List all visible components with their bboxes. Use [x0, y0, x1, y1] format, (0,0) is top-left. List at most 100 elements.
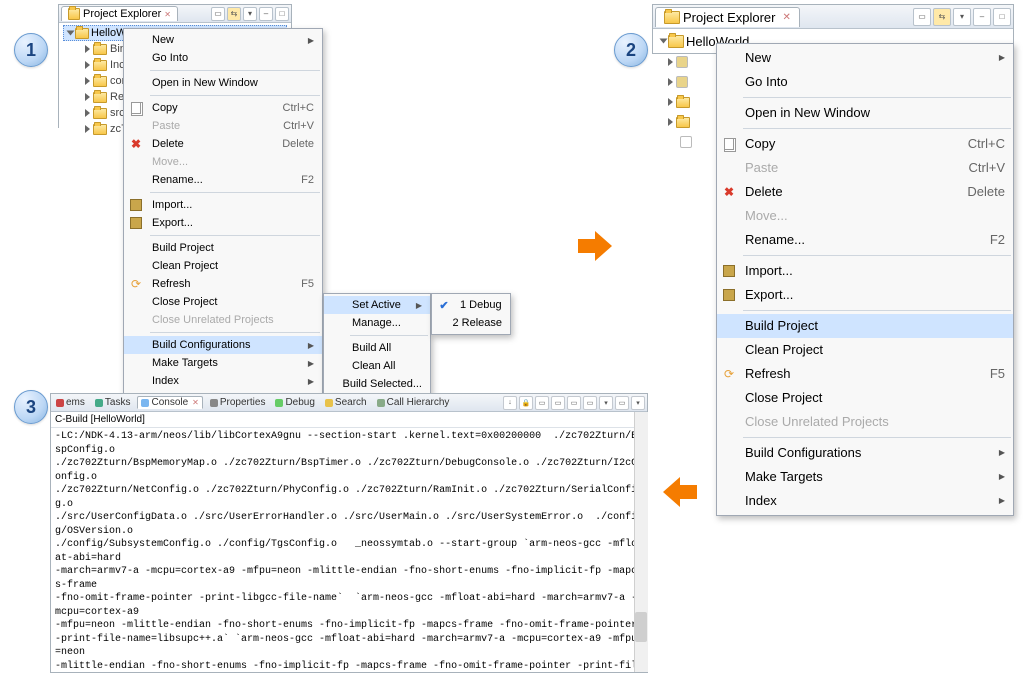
menu-item-copy[interactable]: CopyCtrl+C	[124, 99, 322, 117]
menu-item-label: Import...	[148, 199, 314, 211]
menu-item-export[interactable]: Export...	[717, 283, 1013, 307]
minimize-button[interactable]: –	[973, 8, 991, 26]
menu-item-index[interactable]: Index▶	[717, 489, 1013, 513]
expand-icon[interactable]	[85, 125, 90, 133]
menu-item-build-project[interactable]: Build Project	[717, 314, 1013, 338]
tab-call-hierarchy[interactable]: Call Hierarchy	[374, 397, 453, 408]
tab-search[interactable]: Search	[322, 397, 370, 408]
tab-icon	[275, 399, 283, 407]
toolbar-button[interactable]: ▭	[535, 396, 549, 410]
tab-console[interactable]: Console✕	[137, 396, 202, 409]
menu-item-set-active[interactable]: Set Active▶	[324, 296, 430, 314]
project-explorer-tab[interactable]: Project Explorer ✕	[655, 7, 800, 27]
context-menu-1: New▶Go IntoOpen in New WindowCopyCtrl+CP…	[123, 28, 323, 436]
arrow-left-icon	[660, 472, 700, 512]
toolbar-button[interactable]: ▾	[631, 396, 645, 410]
copy-icon	[131, 102, 141, 114]
maximize-button[interactable]: □	[993, 8, 1011, 26]
expand-icon[interactable]	[85, 45, 90, 53]
menu-item-label: Index	[741, 493, 987, 509]
console-scrollbar[interactable]	[634, 412, 648, 672]
menu-item-refresh[interactable]: ⟳RefreshF5	[124, 275, 322, 293]
tab-ems[interactable]: ems	[53, 397, 88, 408]
tab-label: Tasks	[105, 397, 131, 408]
menu-item-refresh[interactable]: ⟳RefreshF5	[717, 362, 1013, 386]
expand-icon[interactable]	[85, 109, 90, 117]
menu-item-make-targets[interactable]: Make Targets▶	[717, 465, 1013, 489]
collapse-all-button[interactable]: ▭	[211, 7, 225, 21]
expand-icon[interactable]	[668, 118, 673, 126]
menu-item-1-debug[interactable]: ✔1 Debug	[432, 296, 510, 314]
tab-tasks[interactable]: Tasks	[92, 397, 134, 408]
project-explorer-tab[interactable]: Project Explorer ✕	[61, 6, 178, 21]
view-menu-button[interactable]: ▾	[953, 8, 971, 26]
project-explorer-titlebar-2: Project Explorer ✕ ▭ ⇆ ▾ – □	[653, 5, 1013, 29]
menu-item-clean-project[interactable]: Clean Project	[717, 338, 1013, 362]
menu-item-delete[interactable]: ✖DeleteDelete	[124, 135, 322, 153]
view-menu-button[interactable]: ▾	[243, 7, 257, 21]
expand-icon[interactable]	[668, 98, 673, 106]
expand-icon[interactable]	[668, 58, 673, 66]
tab-debug[interactable]: Debug	[272, 397, 317, 408]
menu-item-go-into[interactable]: Go Into	[717, 70, 1013, 94]
expand-icon[interactable]	[85, 61, 90, 69]
scrollbar-thumb[interactable]	[635, 612, 647, 642]
close-icon[interactable]: ✕	[192, 398, 199, 407]
menu-item-close-project[interactable]: Close Project	[717, 386, 1013, 410]
menu-item-index[interactable]: Index▶	[124, 372, 322, 390]
menu-item-build-configurations[interactable]: Build Configurations▶	[124, 336, 322, 354]
toolbar-button[interactable]: ▾	[599, 396, 613, 410]
menu-item-open-in-new-window[interactable]: Open in New Window	[717, 101, 1013, 125]
menu-item-build-project[interactable]: Build Project	[124, 239, 322, 257]
menu-separator	[150, 235, 320, 236]
tab-properties[interactable]: Properties	[207, 397, 269, 408]
menu-item-import[interactable]: Import...	[717, 259, 1013, 283]
menu-item-new[interactable]: New▶	[124, 31, 322, 49]
menu-item-export[interactable]: Export...	[124, 214, 322, 232]
collapse-all-button[interactable]: ▭	[913, 8, 931, 26]
menu-item-rename[interactable]: Rename...F2	[124, 171, 322, 189]
submenu-arrow-icon: ▶	[296, 377, 314, 386]
menu-item-label: Copy	[148, 102, 259, 114]
menu-item-clean-all[interactable]: Clean All	[324, 357, 430, 375]
menu-item-build-configurations[interactable]: Build Configurations▶	[717, 441, 1013, 465]
menu-item-build-all[interactable]: Build All	[324, 339, 430, 357]
menu-item-delete[interactable]: ✖DeleteDelete	[717, 180, 1013, 204]
menu-item-clean-project[interactable]: Clean Project	[124, 257, 322, 275]
menu-gutter	[124, 199, 148, 211]
menu-item-build-selected[interactable]: Build Selected...	[324, 375, 430, 393]
link-editor-button[interactable]: ⇆	[933, 8, 951, 26]
menu-item-paste: PasteCtrl+V	[124, 117, 322, 135]
menu-item-go-into[interactable]: Go Into	[124, 49, 322, 67]
menu-item-manage[interactable]: Manage...	[324, 314, 430, 332]
menu-item-open-in-new-window[interactable]: Open in New Window	[124, 74, 322, 92]
menu-item-accel: Delete	[943, 184, 1005, 200]
menu-item-import[interactable]: Import...	[124, 196, 322, 214]
toolbar-button[interactable]: ▭	[583, 396, 597, 410]
menu-item-label: Make Targets	[148, 357, 296, 369]
console-body[interactable]: -LC:/NDK-4.13-arm/neos/lib/libCortexA9gn…	[51, 428, 647, 672]
menu-separator	[150, 95, 320, 96]
minimize-button[interactable]: –	[259, 7, 273, 21]
menu-item-new[interactable]: New▶	[717, 46, 1013, 70]
close-icon[interactable]: ✕	[164, 10, 171, 19]
toolbar-button[interactable]: ▭	[551, 396, 565, 410]
expand-icon[interactable]	[668, 78, 673, 86]
menu-item-close-project[interactable]: Close Project	[124, 293, 322, 311]
expand-icon[interactable]	[67, 31, 75, 36]
toolbar-button[interactable]: 🔒	[519, 396, 533, 410]
expand-icon[interactable]	[85, 77, 90, 85]
toolbar-button[interactable]: ↓	[503, 396, 517, 410]
toolbar-button[interactable]: ▭	[615, 396, 629, 410]
maximize-button[interactable]: □	[275, 7, 289, 21]
link-editor-button[interactable]: ⇆	[227, 7, 241, 21]
expand-icon[interactable]	[85, 93, 90, 101]
menu-item-make-targets[interactable]: Make Targets▶	[124, 354, 322, 372]
menu-item-rename[interactable]: Rename...F2	[717, 228, 1013, 252]
close-icon[interactable]: ✕	[782, 12, 790, 23]
toolbar-button[interactable]: ▭	[567, 396, 581, 410]
menu-separator	[743, 437, 1011, 438]
expand-icon[interactable]	[660, 39, 668, 44]
menu-item-copy[interactable]: CopyCtrl+C	[717, 132, 1013, 156]
menu-item-2-release[interactable]: 2 Release	[432, 314, 510, 332]
